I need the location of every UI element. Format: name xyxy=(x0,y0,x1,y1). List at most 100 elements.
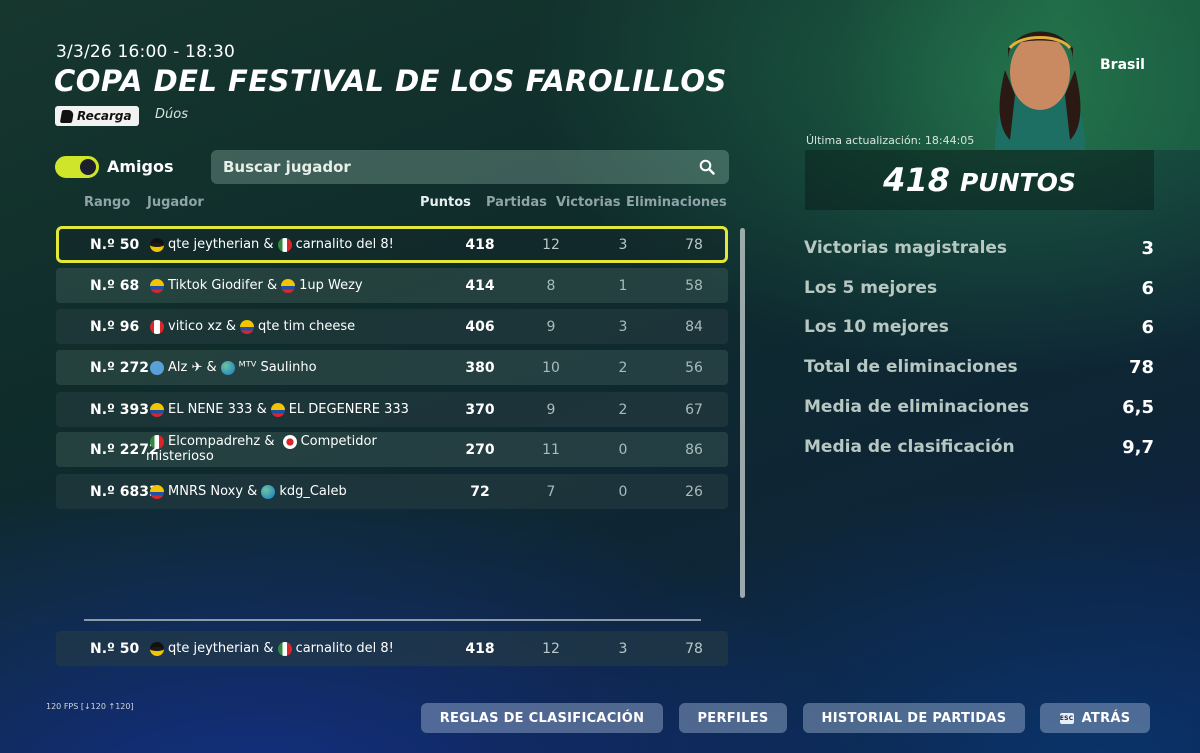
flag-icon xyxy=(150,319,164,334)
stat-label: Total de eliminaciones xyxy=(804,357,1018,377)
character-portrait xyxy=(845,0,1200,150)
row-eliminations: 26 xyxy=(685,483,703,500)
event-date-time: 3/3/26 16:00 - 18:30 xyxy=(56,42,236,62)
scrollbar[interactable] xyxy=(740,228,745,598)
mode-badge-label: Recarga xyxy=(77,109,132,123)
globe-icon xyxy=(220,360,235,375)
row-wins: 0 xyxy=(618,441,628,458)
column-header-player: Jugador xyxy=(147,195,204,210)
search-icon[interactable] xyxy=(699,159,715,175)
row-eliminations: 78 xyxy=(685,640,703,657)
row-matches: 9 xyxy=(546,318,556,335)
flag-icon xyxy=(150,360,164,375)
row-wins: 2 xyxy=(618,359,628,376)
row-matches: 9 xyxy=(546,401,556,418)
search-input[interactable] xyxy=(223,158,683,176)
total-points-banner: 418 PUNTOS xyxy=(805,150,1154,210)
row-players: EL NENE 333 & EL DEGENERE 333 xyxy=(146,392,426,427)
row-eliminations: 58 xyxy=(685,277,703,294)
row-points: 418 xyxy=(465,236,495,253)
search-bar[interactable] xyxy=(211,150,729,184)
total-points-value: 418 xyxy=(883,161,950,199)
separator: & xyxy=(264,434,275,449)
friends-toggle-label: Amigos xyxy=(107,157,174,176)
flag-icon xyxy=(270,402,285,417)
stat-label: Media de eliminaciones xyxy=(804,397,1030,417)
player-name: qte jeytherian xyxy=(168,237,260,252)
flag-icon xyxy=(282,434,297,449)
team-size-label: Dúos xyxy=(155,107,188,122)
flag-icon xyxy=(150,484,164,499)
stat-label: Los 10 mejores xyxy=(804,317,949,337)
stat-row: Total de eliminaciones 78 xyxy=(804,357,1154,381)
row-eliminations: 86 xyxy=(685,441,703,458)
friends-toggle[interactable] xyxy=(55,156,99,178)
row-eliminations: 84 xyxy=(685,318,703,335)
flag-icon xyxy=(281,278,296,293)
column-header-eliminations[interactable]: Eliminaciones xyxy=(626,195,727,210)
row-players: vitico xz & qte tim cheese xyxy=(146,309,426,344)
player-name: qte tim cheese xyxy=(258,319,356,334)
flag-icon xyxy=(277,641,292,656)
toggle-knob xyxy=(80,159,96,175)
row-points: 370 xyxy=(465,401,495,418)
mode-badge: Recarga xyxy=(55,106,139,126)
character-avatar-icon xyxy=(995,31,1085,150)
table-row[interactable]: N.º 2272 Elcompadrehz & Competidor miste… xyxy=(56,432,728,467)
flag-icon xyxy=(240,319,255,334)
divider xyxy=(84,619,701,621)
row-rank: N.º 50 xyxy=(90,236,140,253)
stat-label: Los 5 mejores xyxy=(804,278,938,298)
flag-icon xyxy=(150,402,164,417)
player-name: carnalito del 8! xyxy=(295,237,394,252)
row-rank: N.º 50 xyxy=(90,640,140,657)
column-header-matches[interactable]: Partidas xyxy=(486,195,547,210)
row-points: 418 xyxy=(465,640,495,657)
row-players: qte jeytherian & carnalito del 8! xyxy=(146,229,426,260)
profiles-button[interactable]: PERFILES xyxy=(679,703,787,733)
table-row[interactable]: N.º 393 EL NENE 333 & EL DEGENERE 333 37… xyxy=(56,392,728,427)
row-rank: N.º 68 xyxy=(90,277,140,294)
player-name: vitico xz xyxy=(168,319,222,334)
row-wins: 2 xyxy=(618,401,628,418)
row-wins: 3 xyxy=(618,640,628,657)
stat-row: Los 5 mejores 6 xyxy=(804,278,1154,302)
stat-row: Victorias magistrales 3 xyxy=(804,238,1154,262)
match-history-button[interactable]: HISTORIAL DE PARTIDAS xyxy=(803,703,1025,733)
esc-key-icon: ESC xyxy=(1059,712,1074,724)
last-update-text: Última actualización: 18:44:05 xyxy=(806,134,975,147)
stat-value: 9,7 xyxy=(1122,437,1154,458)
row-players: MNRS Noxy & kdg_Caleb xyxy=(146,474,426,509)
player-name: carnalito del 8! xyxy=(295,641,394,656)
reload-mode-icon xyxy=(59,109,75,123)
table-row[interactable]: N.º 96 vitico xz & qte tim cheese 406 9 … xyxy=(56,309,728,344)
player-name: 1up Wezy xyxy=(299,278,363,293)
row-points: 414 xyxy=(465,277,495,294)
separator: & xyxy=(225,319,237,334)
row-eliminations: 78 xyxy=(685,236,703,253)
row-points: 406 xyxy=(465,318,495,335)
table-row[interactable]: N.º 50 qte jeytherian & carnalito del 8!… xyxy=(56,226,728,263)
separator: & xyxy=(206,360,217,375)
scoring-rules-button[interactable]: REGLAS DE CLASIFICACIÓN xyxy=(421,703,663,733)
table-row[interactable]: N.º 272 Alz ✈ & ᴹᵀⱽ Saulinho 380 10 2 56 xyxy=(56,350,728,385)
player-name: ᴹᵀⱽ Saulinho xyxy=(238,360,317,375)
separator: & xyxy=(266,278,278,293)
stat-value: 6 xyxy=(1141,278,1154,299)
column-header-wins[interactable]: Victorias xyxy=(556,195,621,210)
stat-value: 78 xyxy=(1128,357,1154,378)
back-button[interactable]: ESC ATRÁS xyxy=(1040,703,1150,733)
player-name: qte jeytherian xyxy=(168,641,260,656)
row-wins: 3 xyxy=(618,236,628,253)
stat-value: 6,5 xyxy=(1122,397,1154,418)
table-row[interactable]: N.º 68 Tiktok Giodifer & 1up Wezy 414 8 … xyxy=(56,268,728,303)
player-name: EL DEGENERE 333 xyxy=(288,402,409,417)
player-name: Alz ✈ xyxy=(168,360,203,375)
row-players: Tiktok Giodifer & 1up Wezy xyxy=(146,268,426,303)
own-team-row[interactable]: N.º 50 qte jeytherian & carnalito del 8!… xyxy=(56,631,728,666)
row-matches: 12 xyxy=(542,236,560,253)
column-header-points[interactable]: Puntos xyxy=(420,195,471,210)
table-row[interactable]: N.º 6833 MNRS Noxy & kdg_Caleb 72 7 0 26 xyxy=(56,474,728,509)
player-name: MNRS Noxy xyxy=(168,484,244,499)
row-wins: 1 xyxy=(618,277,628,294)
